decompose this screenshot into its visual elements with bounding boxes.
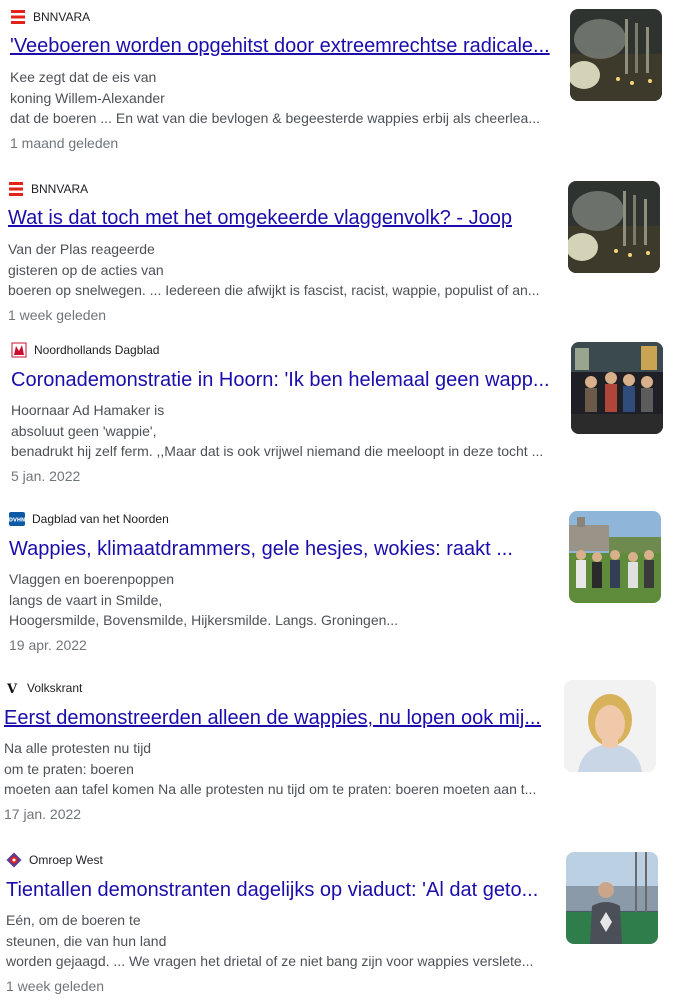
result-title-link[interactable]: Tientallen demonstranten dagelijks op vi… [6, 877, 552, 903]
result-title-link[interactable]: 'Veeboeren worden opgehitst door extreem… [10, 33, 558, 59]
omroep-west-logo-icon [6, 852, 22, 868]
bnnvara-logo-icon [8, 181, 24, 197]
result-title-link[interactable]: Wat is dat toch met het omgekeerde vlagg… [8, 205, 556, 231]
result-date: 1 week geleden [8, 307, 107, 323]
result-title-link[interactable]: Eerst demonstreerden alleen de wappies, … [4, 705, 552, 731]
result-date: 19 apr. 2022 [9, 637, 87, 653]
viaduct-protester-thumbnail[interactable] [566, 852, 658, 944]
factory-night-thumbnail[interactable] [570, 9, 662, 101]
result-title-link[interactable]: Wappies, klimaatdrammers, gele hesjes, w… [9, 536, 555, 562]
source-name: Volkskrant [27, 681, 83, 695]
result-snippet: Eén, om de boeren te steunen, die van hu… [6, 912, 534, 969]
result-date: 5 jan. 2022 [11, 468, 81, 484]
source-row[interactable]: DVHN Dagblad van het Noorden [9, 510, 169, 528]
source-name: BNNVARA [31, 182, 89, 196]
source-name: BNNVARA [33, 10, 91, 24]
source-row[interactable]: Noordhollands Dagblad [11, 341, 159, 359]
svg-text:V: V [6, 682, 18, 696]
result-date: 1 week geleden [6, 978, 105, 994]
result-date: 1 maand geleden [10, 135, 119, 151]
result-snippet: Na alle protesten nu tijd om te praten: … [4, 740, 537, 797]
result-snippet: Van der Plas reageerde gisteren op de ac… [8, 241, 540, 298]
result-snippet: Vlaggen en boerenpoppen langs de vaart i… [9, 571, 399, 628]
source-row[interactable]: BNNVARA [10, 8, 90, 26]
noordhollands-dagblad-logo-icon [11, 342, 27, 358]
street-demonstration-thumbnail[interactable] [571, 342, 663, 434]
columnist-portrait-thumbnail[interactable] [564, 680, 656, 772]
result-date: 17 jan. 2022 [4, 806, 82, 822]
source-name: Noordhollands Dagblad [34, 343, 160, 357]
result-snippet: Kee zegt dat de eis van koning Willem-Al… [10, 69, 541, 126]
source-row[interactable]: Omroep West [6, 851, 103, 869]
group-outdoors-thumbnail[interactable] [569, 511, 661, 603]
volkskrant-logo-icon: V [4, 680, 20, 696]
source-name: Omroep West [29, 853, 103, 867]
result-snippet: Hoornaar Ad Hamaker is absoluut geen 'wa… [11, 402, 544, 459]
source-name: Dagblad van het Noorden [32, 512, 169, 526]
result-title-link[interactable]: Coronademonstratie in Hoorn: 'Ik ben hel… [11, 367, 556, 393]
source-row[interactable]: BNNVARA [8, 180, 88, 198]
factory-night-thumbnail[interactable] [568, 181, 660, 273]
bnnvara-logo-icon [10, 9, 26, 25]
svg-text:DVHN: DVHN [9, 518, 25, 524]
source-row[interactable]: V Volkskrant [4, 679, 82, 697]
dvhn-logo-icon: DVHN [9, 511, 25, 527]
